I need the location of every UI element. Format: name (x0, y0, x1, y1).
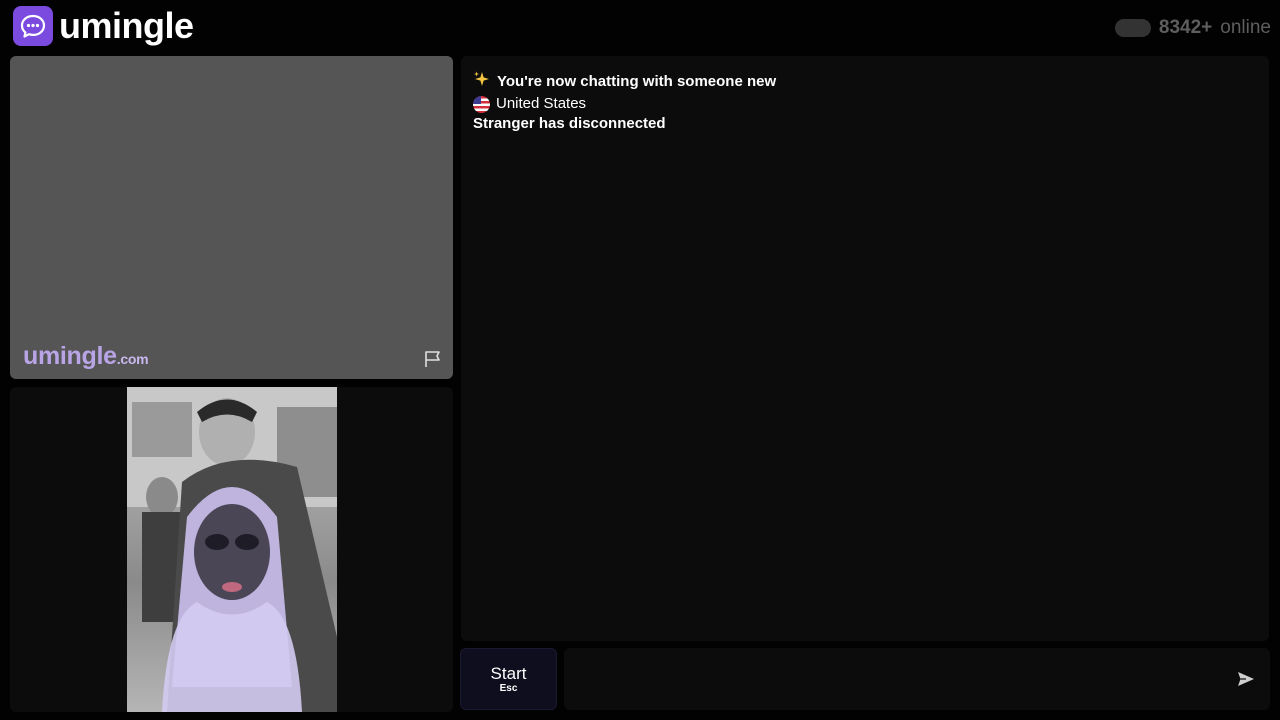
message-text: United States (496, 95, 587, 112)
online-label: online (1220, 17, 1271, 38)
start-button[interactable]: Start Esc (460, 648, 557, 710)
online-count: 8342+ (1158, 17, 1213, 38)
webcam-feed (127, 387, 337, 712)
chat-messages: You're now chatting with someone new Uni… (473, 70, 776, 134)
send-icon[interactable] (1236, 669, 1256, 689)
system-message: Stranger has disconnected (473, 114, 776, 134)
report-flag-icon[interactable] (423, 349, 443, 369)
start-button-label: Start (490, 663, 527, 683)
message-text: You're now chatting with someone new (497, 73, 777, 90)
logo-text[interactable]: umingle (59, 4, 194, 48)
system-message: You're now chatting with someone new (473, 70, 776, 94)
online-status: 8342+ online (1114, 16, 1271, 40)
location-message: United States (473, 94, 776, 114)
chat-panel: You're now chatting with someone new Uni… (461, 56, 1269, 641)
chat-bubble-logo-icon (13, 6, 53, 46)
message-composer (564, 648, 1270, 710)
self-video (10, 387, 453, 712)
message-text: Stranger has disconnected (473, 115, 666, 132)
header: umingle 8342+ online (0, 0, 1280, 56)
start-shortcut-hint: Esc (499, 682, 518, 694)
message-input[interactable] (574, 662, 1218, 698)
watermark-tld: .com (116, 351, 149, 367)
sparkles-icon (473, 70, 491, 94)
watermark-brand: umingle (23, 342, 117, 370)
us-flag-icon (473, 95, 490, 113)
theme-toggle[interactable] (1114, 19, 1151, 37)
video-watermark: umingle.com (23, 342, 149, 371)
stranger-video: umingle.com (10, 56, 453, 379)
